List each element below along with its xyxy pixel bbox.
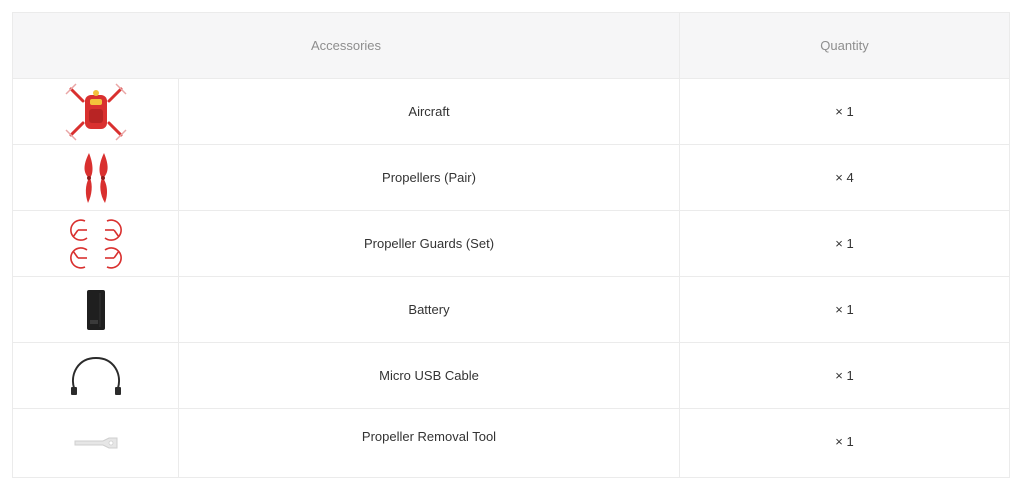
- table-row: Propellers (Pair) × 4: [13, 145, 1009, 211]
- item-name: Propeller Removal Tool: [179, 409, 680, 477]
- item-name: Aircraft: [179, 79, 680, 144]
- image-cell: [13, 343, 179, 408]
- item-quantity: × 1: [835, 434, 854, 449]
- item-name: Micro USB Cable: [179, 343, 680, 408]
- header-quantity: Quantity: [820, 38, 869, 53]
- table-row: Aircraft × 1: [13, 79, 1009, 145]
- removal-tool-icon: [74, 437, 117, 449]
- propellers-icon: [84, 152, 108, 203]
- table-row: Propeller Guards (Set) × 1: [13, 211, 1009, 277]
- item-name: Propeller Guards (Set): [179, 211, 680, 276]
- table-row: Propeller Removal Tool × 1: [13, 409, 1009, 477]
- item-quantity: × 1: [835, 368, 854, 383]
- aircraft-icon: [64, 82, 127, 141]
- image-cell: [13, 145, 179, 210]
- table-header: Accessories Quantity: [13, 13, 1009, 79]
- item-quantity: × 1: [835, 104, 854, 119]
- image-cell: [13, 79, 179, 144]
- header-accessories: Accessories: [13, 13, 680, 78]
- table-row: Battery × 1: [13, 277, 1009, 343]
- table-row: Micro USB Cable × 1: [13, 343, 1009, 409]
- battery-icon: [86, 289, 105, 330]
- item-quantity: × 4: [835, 170, 854, 185]
- image-cell: [13, 409, 179, 477]
- item-name: Propellers (Pair): [179, 145, 680, 210]
- accessories-table: Accessories Quantity Aircraft × 1 Propel…: [12, 12, 1010, 478]
- usb-cable-icon: [70, 356, 121, 395]
- image-cell: [13, 277, 179, 342]
- item-quantity: × 1: [835, 302, 854, 317]
- item-quantity: × 1: [835, 236, 854, 251]
- propeller-guards-icon: [69, 218, 122, 269]
- item-name: Battery: [179, 277, 680, 342]
- image-cell: [13, 211, 179, 276]
